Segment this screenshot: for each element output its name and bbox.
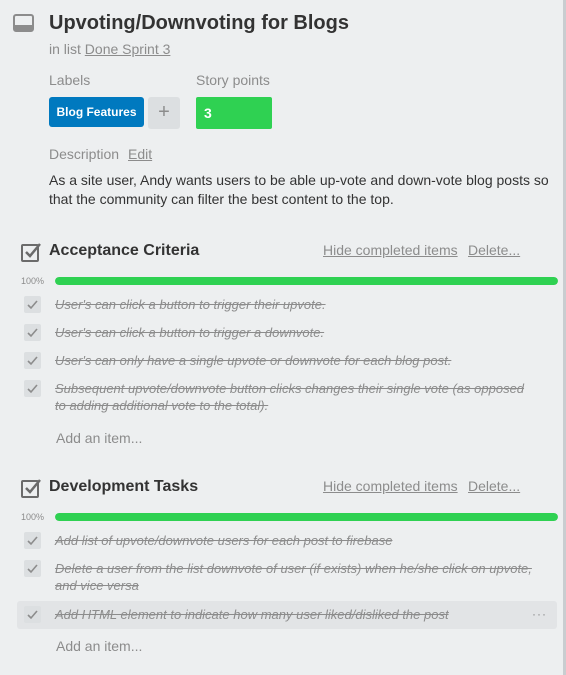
- hide-completed-link[interactable]: Hide completed items: [323, 478, 458, 494]
- list-name-link[interactable]: Done Sprint 3: [85, 41, 171, 57]
- in-list-prefix: in list: [49, 41, 81, 57]
- checklist-item[interactable]: User's can click a button to trigger a d…: [17, 324, 557, 344]
- check-icon: [27, 300, 38, 310]
- more-options-icon[interactable]: ···: [532, 607, 547, 621]
- description-edit-link[interactable]: Edit: [128, 146, 152, 162]
- checklist-icon: [20, 241, 42, 263]
- story-points-input[interactable]: 3: [196, 97, 272, 129]
- item-text[interactable]: User's can click a button to trigger the…: [55, 296, 535, 313]
- check-icon: [27, 328, 38, 338]
- item-checkbox[interactable]: [24, 606, 41, 623]
- checklist-item[interactable]: User's can click a button to trigger the…: [17, 296, 557, 316]
- item-checkbox[interactable]: [24, 352, 41, 369]
- add-item-button[interactable]: Add an item...: [56, 430, 142, 446]
- delete-checklist-link[interactable]: Delete...: [468, 478, 520, 494]
- check-icon: [27, 356, 38, 366]
- item-checkbox[interactable]: [24, 560, 41, 577]
- card-title: Upvoting/Downvoting for Blogs: [49, 12, 349, 34]
- checklist-item[interactable]: Subsequent upvote/downvote button clicks…: [17, 380, 557, 416]
- item-checkbox[interactable]: [24, 532, 41, 549]
- progress-bar: [55, 513, 558, 521]
- progress-percent: 100%: [21, 512, 45, 522]
- description-text[interactable]: As a site user, Andy wants users to be a…: [49, 171, 554, 209]
- item-text[interactable]: User's can click a button to trigger a d…: [55, 324, 535, 341]
- check-icon: [27, 564, 38, 574]
- checklist-item[interactable]: Add list of upvote/downvote users for ea…: [17, 532, 557, 552]
- add-label-button[interactable]: +: [148, 97, 180, 129]
- item-text[interactable]: Subsequent upvote/downvote button clicks…: [55, 380, 535, 414]
- checklist-icon: [20, 477, 42, 499]
- check-icon: [27, 536, 38, 546]
- add-item-button[interactable]: Add an item...: [56, 638, 142, 654]
- item-checkbox[interactable]: [24, 296, 41, 313]
- checklist-item[interactable]: User's can only have a single upvote or …: [17, 352, 557, 372]
- hide-completed-link[interactable]: Hide completed items: [323, 242, 458, 258]
- item-text[interactable]: Add list of upvote/downvote users for ea…: [55, 532, 535, 549]
- checklist-title[interactable]: Acceptance Criteria: [49, 242, 199, 260]
- progress-bar-fill: [55, 277, 558, 285]
- progress-percent: 100%: [21, 276, 45, 286]
- labels-heading: Labels: [49, 72, 91, 88]
- checklist-title[interactable]: Development Tasks: [49, 478, 198, 496]
- item-checkbox[interactable]: [24, 324, 41, 341]
- in-list-line: in list Done Sprint 3: [49, 41, 170, 57]
- card-icon: [13, 14, 34, 32]
- checklist-item[interactable]: Add HTML element to indicate how many us…: [17, 601, 557, 629]
- checklist-item[interactable]: Delete a user from the list downvote of …: [17, 560, 557, 596]
- story-points-heading: Story points: [196, 72, 270, 88]
- delete-checklist-link[interactable]: Delete...: [468, 242, 520, 258]
- item-text[interactable]: Add HTML element to indicate how many us…: [55, 606, 535, 623]
- item-text[interactable]: Delete a user from the list downvote of …: [55, 560, 535, 594]
- description-heading: Description: [49, 146, 120, 162]
- check-icon: [27, 384, 38, 394]
- check-icon: [27, 610, 38, 620]
- item-checkbox[interactable]: [24, 380, 41, 397]
- progress-bar: [55, 277, 558, 285]
- progress-bar-fill: [55, 513, 558, 521]
- item-text[interactable]: User's can only have a single upvote or …: [55, 352, 535, 369]
- label-blog-features[interactable]: Blog Features: [49, 97, 144, 127]
